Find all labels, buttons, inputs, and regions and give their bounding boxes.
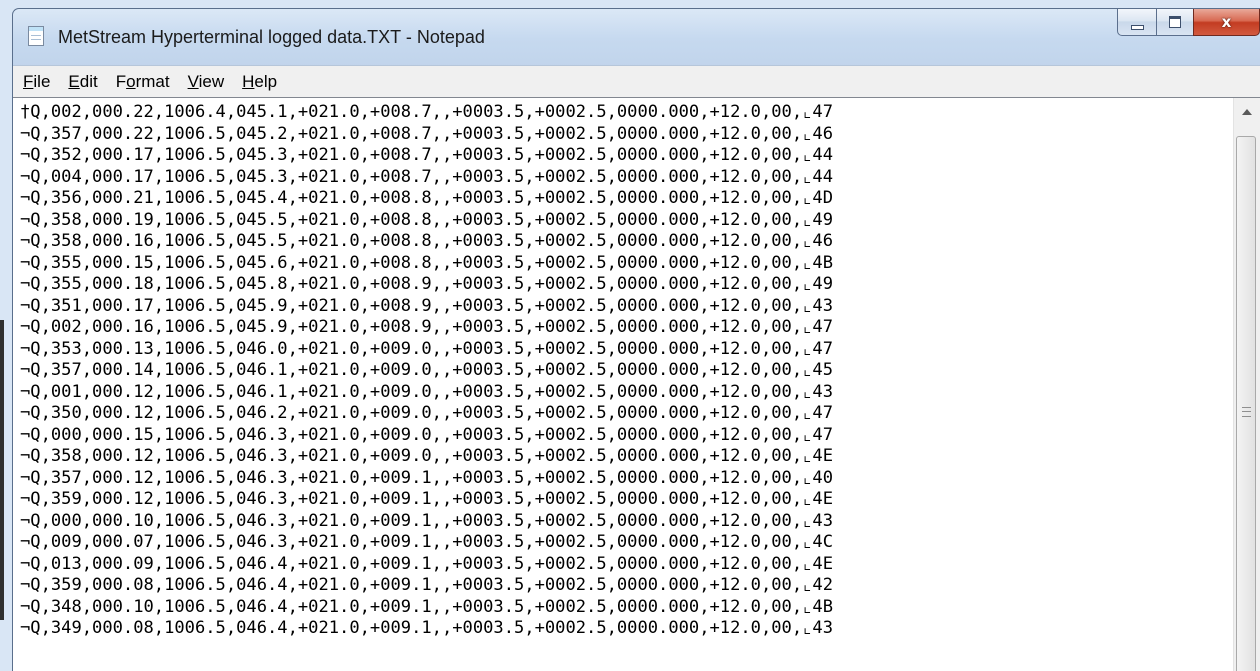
maximize-button[interactable] [1156,9,1194,36]
text-line: ¬Q,001,000.12,1006.5,046.1,+021.0,+009.0… [20,381,834,402]
text-line: ¬Q,355,000.18,1006.5,045.8,+021.0,+008.9… [20,274,834,294]
notepad-window: MetStream Hyperterminal logged data.TXT … [12,8,1260,671]
menu-bar: File Edit Format View Help [13,65,1260,97]
text-line: ¬Q,355,000.15,1006.5,045.6,+021.0,+008.8… [20,252,834,273]
close-icon: x [1221,13,1232,31]
window-title: MetStream Hyperterminal logged data.TXT … [58,27,485,47]
text-line: ¬Q,000,000.15,1006.5,046.3,+021.0,+009.0… [20,424,834,445]
text-content[interactable]: †Q,002,000.22,1006.4,045.1,+021.0,+008.7… [20,102,1206,671]
menu-help[interactable]: Help [233,72,286,92]
text-line: ¬Q,004,000.17,1006.5,045.3,+021.0,+008.7… [20,166,834,187]
text-line: ¬Q,357,000.14,1006.5,046.1,+021.0,+009.0… [20,360,834,380]
text-line: ¬Q,356,000.21,1006.5,045.4,+021.0,+008.8… [20,188,834,208]
text-line: ¬Q,358,000.12,1006.5,046.3,+021.0,+009.0… [20,446,834,466]
text-line: ¬Q,013,000.09,1006.5,046.4,+021.0,+009.1… [20,553,834,574]
scroll-up-arrow-icon [1241,108,1252,115]
menu-edit[interactable]: Edit [59,72,106,92]
close-button[interactable]: x [1193,9,1260,36]
text-line: ¬Q,358,000.16,1006.5,045.5,+021.0,+008.8… [20,231,834,251]
menu-view[interactable]: View [179,72,234,92]
text-line: ¬Q,000,000.10,1006.5,046.3,+021.0,+009.1… [20,510,834,531]
text-editor[interactable]: †Q,002,000.22,1006.4,045.1,+021.0,+008.7… [13,97,1260,671]
text-line: ¬Q,009,000.07,1006.5,046.3,+021.0,+009.1… [20,532,834,552]
text-line: ¬Q,350,000.12,1006.5,046.2,+021.0,+009.0… [20,403,834,423]
maximize-icon [1169,16,1181,28]
text-line: ¬Q,357,000.12,1006.5,046.3,+021.0,+009.1… [20,467,834,488]
minimize-button[interactable] [1117,9,1157,36]
menu-file[interactable]: File [14,72,59,92]
title-bar[interactable]: MetStream Hyperterminal logged data.TXT … [13,9,1260,65]
text-line: ¬Q,002,000.16,1006.5,045.9,+021.0,+008.9… [20,317,834,337]
text-line: ¬Q,353,000.13,1006.5,046.0,+021.0,+009.0… [20,338,834,359]
text-line: ¬Q,348,000.10,1006.5,046.4,+021.0,+009.1… [20,596,834,617]
minimize-icon [1130,24,1144,30]
text-line: ¬Q,351,000.17,1006.5,045.9,+021.0,+008.9… [20,295,834,316]
caption-buttons: x [1117,9,1260,38]
scroll-thumb[interactable] [1236,136,1256,671]
text-line: †Q,002,000.22,1006.4,045.1,+021.0,+008.7… [20,102,834,122]
left-edge-shadow [0,320,4,620]
scroll-up-button[interactable] [1234,98,1259,125]
vertical-scrollbar[interactable] [1233,98,1260,671]
text-line: ¬Q,349,000.08,1006.5,046.4,+021.0,+009.1… [20,618,834,638]
text-line: ¬Q,358,000.19,1006.5,045.5,+021.0,+008.8… [20,209,834,230]
notepad-icon[interactable] [28,26,44,46]
text-line: ¬Q,352,000.17,1006.5,045.3,+021.0,+008.7… [20,145,834,165]
menu-format[interactable]: Format [107,72,179,92]
text-line: ¬Q,359,000.08,1006.5,046.4,+021.0,+009.1… [20,575,834,595]
text-line: ¬Q,357,000.22,1006.5,045.2,+021.0,+008.7… [20,123,834,144]
grip-icon [1242,407,1251,417]
text-line: ¬Q,359,000.12,1006.5,046.3,+021.0,+009.1… [20,489,834,509]
